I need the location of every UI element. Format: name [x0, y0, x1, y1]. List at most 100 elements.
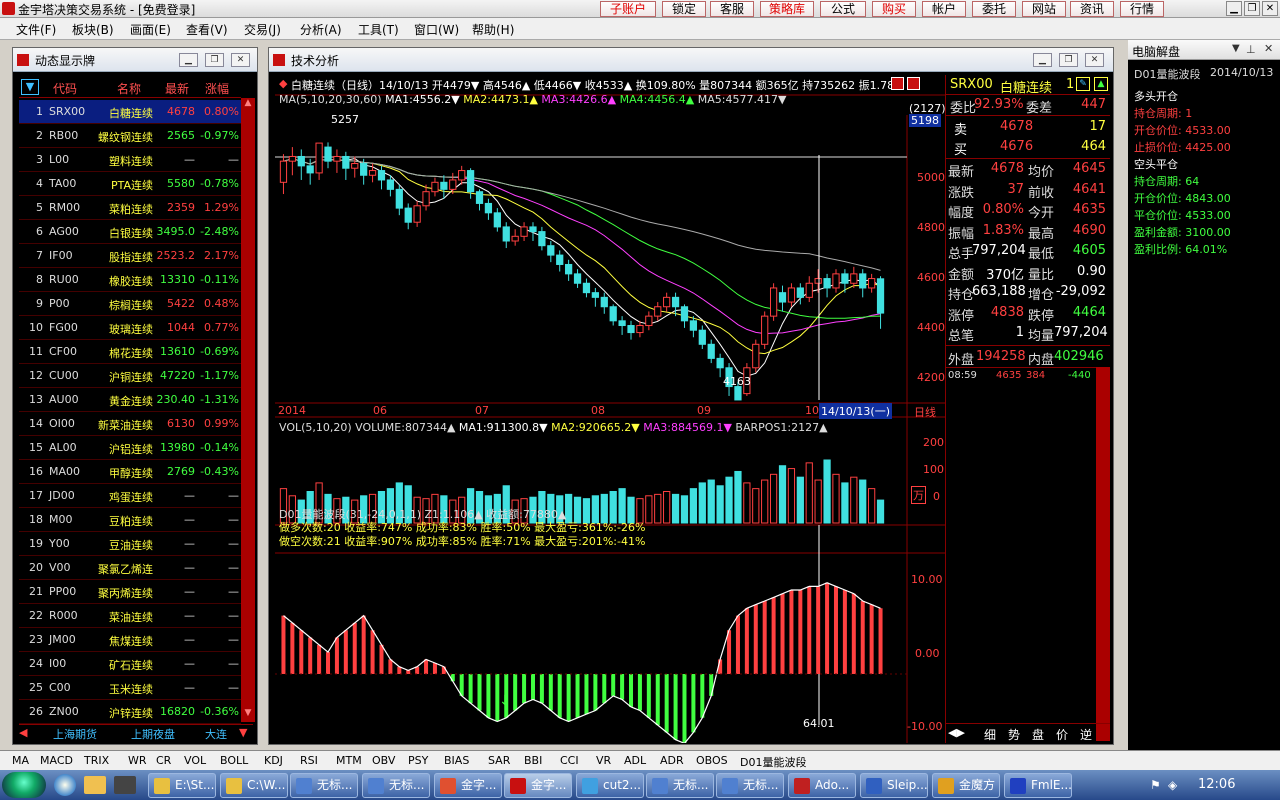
indicator-tab-0[interactable]: MA: [12, 754, 29, 767]
quote-tab-2[interactable]: 盘: [1032, 726, 1044, 743]
indicator-tab-11[interactable]: PSY: [408, 754, 428, 767]
tab-market-1[interactable]: 上期夜盘: [131, 726, 175, 742]
header-name[interactable]: 名称: [117, 80, 141, 97]
analysis-close-icon[interactable]: ✕: [1264, 42, 1273, 55]
indicator-tab-1[interactable]: MACD: [40, 754, 73, 767]
board-row[interactable]: 5 RM00 菜粕连续 2359 1.29%: [19, 196, 241, 220]
quicklaunch-ie-icon[interactable]: [54, 774, 76, 796]
top-button-10[interactable]: 行情: [1120, 1, 1164, 17]
taskbar-item-10[interactable]: Sleip...: [860, 773, 928, 798]
top-button-1[interactable]: 锁定: [662, 1, 706, 17]
indicator-tab-2[interactable]: TRIX: [84, 754, 109, 767]
taskbar-item-0[interactable]: E:\St...: [148, 773, 216, 798]
minimize-icon[interactable]: ▁: [1226, 1, 1242, 16]
board-row[interactable]: 18 M00 豆粕连续 — —: [19, 508, 241, 532]
board-row[interactable]: 17 JD00 鸡蛋连续 — —: [19, 484, 241, 508]
tick-scrollbar[interactable]: [1096, 367, 1110, 741]
quote-tab-3[interactable]: 价: [1056, 726, 1068, 743]
taskbar-item-5[interactable]: 金字...: [504, 773, 572, 798]
maximize-icon[interactable]: ❐: [1244, 1, 1260, 16]
indicator-tab-20[interactable]: D01量能波段: [740, 754, 806, 770]
tray-flag-icon[interactable]: ⚑: [1150, 778, 1164, 792]
taskbar-item-9[interactable]: Ado...: [788, 773, 856, 798]
menu-item-1[interactable]: 板块(B): [72, 21, 114, 38]
board-row[interactable]: 3 L00 塑料连续 — —: [19, 148, 241, 172]
analysis-menu-icon[interactable]: ▼: [1232, 43, 1240, 54]
board-scrollbar[interactable]: ▲ ▼: [241, 98, 255, 722]
quote-tab-4[interactable]: 逆: [1080, 726, 1092, 743]
menu-item-8[interactable]: 帮助(H): [472, 21, 514, 38]
taskbar-item-6[interactable]: cut2...: [576, 773, 644, 798]
indicator-tab-16[interactable]: VR: [596, 754, 611, 767]
taskbar-item-4[interactable]: 金字...: [434, 773, 502, 798]
top-button-7[interactable]: 委托: [972, 1, 1016, 17]
quote-expand-icon[interactable]: ▲: [1094, 77, 1108, 91]
indicator-tab-10[interactable]: OBV: [372, 754, 395, 767]
taskbar-item-12[interactable]: FmlE...: [1004, 773, 1072, 798]
board-row[interactable]: 15 AL00 沪铝连续 13980 -0.14%: [19, 436, 241, 460]
top-button-4[interactable]: 公式: [820, 1, 866, 17]
quote-tab-1[interactable]: 势: [1008, 726, 1020, 743]
board-row[interactable]: 26 ZN00 沪锌连续 16820 -0.36%: [19, 700, 241, 724]
taskbar-item-7[interactable]: 无标...: [646, 773, 714, 798]
top-button-0[interactable]: 子账户: [600, 1, 656, 17]
board-row[interactable]: 13 AU00 黄金连续 230.40 -1.31%: [19, 388, 241, 412]
quicklaunch-folder-icon[interactable]: [84, 776, 106, 794]
indicator-tab-5[interactable]: VOL: [184, 754, 206, 767]
tab-market-2[interactable]: 大连: [205, 726, 227, 742]
quote-tab-0[interactable]: 细: [984, 726, 996, 743]
board-row[interactable]: 8 RU00 橡胶连续 13310 -0.11%: [19, 268, 241, 292]
board-row[interactable]: 25 C00 玉米连续 — —: [19, 676, 241, 700]
analysis-pin-icon[interactable]: ⊥: [1246, 43, 1256, 56]
ta-close-icon[interactable]: ✕: [1085, 53, 1104, 67]
chart-settings-icon[interactable]: [891, 77, 904, 90]
indicator-tab-13[interactable]: SAR: [488, 754, 510, 767]
panel-restore-icon[interactable]: ❐: [205, 53, 224, 67]
board-row[interactable]: 10 FG00 玻璃连续 1044 0.77%: [19, 316, 241, 340]
panel-minimize-icon[interactable]: ▁: [179, 53, 198, 67]
panel-close-icon[interactable]: ✕: [231, 53, 250, 67]
indicator-tab-4[interactable]: CR: [156, 754, 171, 767]
indicator-tab-7[interactable]: KDJ: [264, 754, 283, 767]
menu-item-0[interactable]: 文件(F): [16, 21, 56, 38]
indicator-tab-12[interactable]: BIAS: [444, 754, 469, 767]
top-button-2[interactable]: 客服: [710, 1, 754, 17]
quote-tab-arrows-icon[interactable]: ◀▶: [948, 726, 965, 739]
tab-prev-icon[interactable]: ◀: [19, 726, 27, 739]
top-button-3[interactable]: 策略库: [760, 1, 814, 17]
board-row[interactable]: 19 Y00 豆油连续 — —: [19, 532, 241, 556]
menu-item-3[interactable]: 查看(V): [186, 21, 228, 38]
board-row[interactable]: 9 P00 棕榈连续 5422 0.48%: [19, 292, 241, 316]
tab-next-icon[interactable]: ▼: [239, 726, 247, 739]
board-row[interactable]: 20 V00 聚氯乙烯连 — —: [19, 556, 241, 580]
board-row[interactable]: 16 MA00 甲醇连续 2769 -0.43%: [19, 460, 241, 484]
taskbar-item-2[interactable]: 无标...: [290, 773, 358, 798]
menu-item-5[interactable]: 分析(A): [300, 21, 342, 38]
indicator-tab-17[interactable]: ADL: [624, 754, 646, 767]
indicator-tab-15[interactable]: CCI: [560, 754, 579, 767]
sort-dropdown-icon[interactable]: ▼: [21, 79, 39, 95]
top-button-9[interactable]: 资讯: [1070, 1, 1114, 17]
taskbar-item-1[interactable]: C:\W...: [220, 773, 288, 798]
board-row[interactable]: 21 PP00 聚丙烯连续 — —: [19, 580, 241, 604]
tab-market-0[interactable]: 上海期货: [53, 726, 97, 742]
board-row[interactable]: 2 RB00 螺纹钢连续 2565 -0.97%: [19, 124, 241, 148]
scroll-up-icon[interactable]: ▲: [242, 98, 254, 110]
indicator-tab-14[interactable]: BBI: [524, 754, 542, 767]
top-button-5[interactable]: 购买: [872, 1, 916, 17]
taskbar-item-8[interactable]: 无标...: [716, 773, 784, 798]
board-row[interactable]: 6 AG00 白银连续 3495.0 -2.48%: [19, 220, 241, 244]
top-button-8[interactable]: 网站: [1022, 1, 1066, 17]
menu-item-2[interactable]: 画面(E): [130, 21, 171, 38]
quicklaunch-media-icon[interactable]: [114, 776, 136, 794]
board-row[interactable]: 14 OI00 新菜油连续 6130 0.99%: [19, 412, 241, 436]
board-row[interactable]: 7 IF00 股指连续 2523.2 2.17%: [19, 244, 241, 268]
indicator-tab-8[interactable]: RSI: [300, 754, 318, 767]
tray-network-icon[interactable]: ◈: [1168, 778, 1182, 792]
period-label[interactable]: 日线: [914, 404, 936, 420]
top-button-6[interactable]: 帐户: [922, 1, 966, 17]
menu-item-4[interactable]: 交易(J): [244, 21, 281, 38]
indicator-tab-19[interactable]: OBOS: [696, 754, 728, 767]
ta-restore-icon[interactable]: ❐: [1059, 53, 1078, 67]
header-change[interactable]: 涨幅: [205, 80, 229, 97]
